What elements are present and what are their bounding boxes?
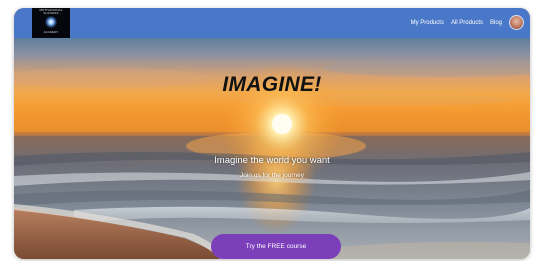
nav-blog[interactable]: Blog <box>490 20 502 26</box>
logo-star-icon <box>45 16 57 28</box>
nav-my-products[interactable]: My Products <box>411 20 444 26</box>
try-free-course-button[interactable]: Try the FREE course <box>211 234 341 259</box>
user-avatar[interactable] <box>509 15 524 30</box>
hero-background-image <box>14 38 530 259</box>
site-logo[interactable]: MOTIVATIONAL SUCCESS ACADEMY <box>32 8 70 38</box>
logo-title: MOTIVATIONAL SUCCESS <box>39 8 63 15</box>
hero-title: IMAGINE! <box>222 73 322 96</box>
page-card: MOTIVATIONAL SUCCESS ACADEMY My Products… <box>14 8 530 259</box>
hero-subtitle: Imagine the world you want <box>214 155 330 166</box>
top-nav: My Products All Products Blog <box>411 8 502 38</box>
nav-all-products[interactable]: All Products <box>451 20 483 26</box>
site-header: MOTIVATIONAL SUCCESS ACADEMY My Products… <box>14 8 530 38</box>
hero-section: IMAGINE! Imagine the world you want Join… <box>14 38 530 259</box>
logo-tagline: ACADEMY <box>43 30 59 34</box>
hero-tagline: Join us for the journey <box>240 172 304 179</box>
